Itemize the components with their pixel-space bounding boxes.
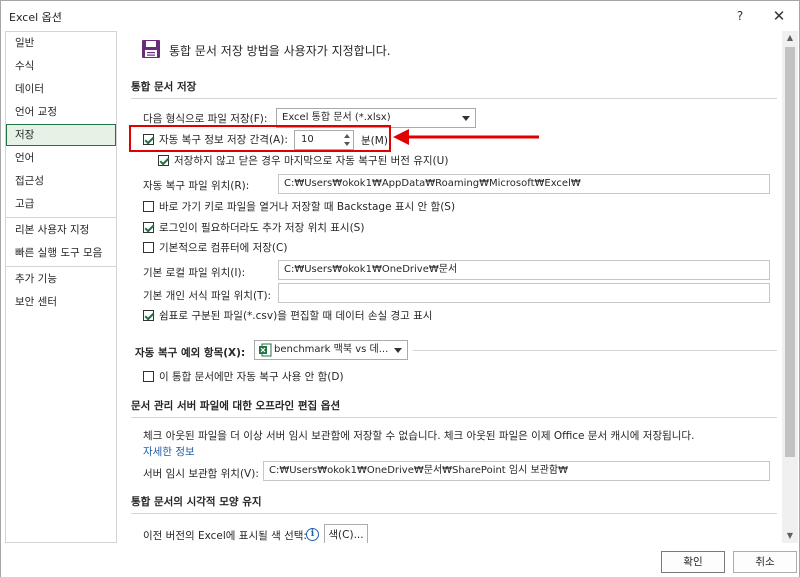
default-local-location-field[interactable]: C:₩Users₩okok1₩OneDrive₩문서 (278, 260, 770, 280)
sidebar-item-customize-ribbon[interactable]: 리본 사용자 지정 (6, 219, 116, 241)
autorecover-location-label: 자동 복구 파일 위치(R): (143, 180, 250, 192)
sidebar-item-trust-center[interactable]: 보안 센터 (6, 291, 116, 313)
personal-templates-field[interactable] (278, 283, 770, 303)
save-to-computer-label: 기본적으로 컴퓨터에 저장(C) (159, 242, 288, 254)
keep-last-version-checkbox[interactable] (158, 155, 169, 166)
disable-autorecover-checkbox[interactable] (143, 371, 154, 382)
sidebar-item-save[interactable]: 저장 (6, 124, 116, 146)
save-format-value: Excel 통합 문서 (*.xlsx) (282, 112, 391, 123)
sidebar-item-advanced[interactable]: 고급 (6, 193, 116, 215)
backstage-label: 바로 가기 키로 파일을 열거나 저장할 때 Backstage 표시 안 함(… (159, 201, 456, 213)
colors-button[interactable]: 색(C)... (324, 524, 368, 543)
exceptions-workbook-value: benchmark 맥북 vs 데... (274, 344, 389, 355)
csv-warning-label: 쉼표로 구분된 파일(*.csv)을 편집할 때 데이터 손실 경고 표시 (159, 310, 433, 322)
sidebar-item-language[interactable]: 언어 (6, 147, 116, 169)
save-settings-panel: 통합 문서 저장 방법을 사용자가 지정합니다. 통합 문서 저장 다음 형식으… (119, 31, 781, 543)
cancel-button[interactable]: 취소 (733, 551, 797, 573)
help-button[interactable]: ? (728, 5, 752, 27)
sidebar-item-data[interactable]: 데이터 (6, 78, 116, 100)
drafts-location-field[interactable]: C:₩Users₩okok1₩OneDrive₩문서₩SharePoint 임시… (263, 461, 770, 481)
ok-button[interactable]: 확인 (661, 551, 725, 573)
csv-warning-checkbox[interactable] (143, 310, 154, 321)
sidebar-item-formulas[interactable]: 수식 (6, 55, 116, 77)
page-title: 통합 문서 저장 방법을 사용자가 지정합니다. (169, 44, 391, 58)
sidebar-divider (6, 266, 116, 267)
section-title-save: 통합 문서 저장 (131, 81, 197, 93)
backstage-checkbox[interactable] (143, 201, 154, 212)
section-title-visual: 통합 문서의 시각적 모양 유지 (131, 496, 262, 508)
scroll-up-icon[interactable]: ▲ (782, 31, 798, 45)
personal-templates-label: 기본 개인 서식 파일 위치(T): (143, 290, 272, 302)
more-info-link[interactable]: 자세한 정보 (143, 444, 195, 459)
info-icon: i (306, 528, 319, 541)
sidebar-item-accessibility[interactable]: 접근성 (6, 170, 116, 192)
close-button[interactable]: ✕ (766, 5, 792, 27)
excel-options-dialog: Excel 옵션 ? ✕ 일반 수식 데이터 언어 교정 저장 언어 접근성 고… (0, 0, 800, 577)
highlight-box (129, 125, 391, 152)
sidebar-item-general[interactable]: 일반 (6, 32, 116, 54)
disable-autorecover-label: 이 통합 문서에만 자동 복구 사용 안 함(D) (159, 371, 344, 383)
sidebar-divider (6, 217, 116, 218)
default-local-location-label: 기본 로컬 파일 위치(I): (143, 267, 246, 279)
section-divider (413, 350, 777, 351)
save-format-label: 다음 형식으로 파일 저장(F): (143, 113, 268, 125)
signin-locations-checkbox[interactable] (143, 222, 154, 233)
excel-file-icon (259, 343, 272, 357)
colors-label: 이전 버전의 Excel에 표시될 색 선택: (143, 530, 307, 542)
sidebar-item-add-ins[interactable]: 추가 기능 (6, 268, 116, 290)
floppy-disk-icon (142, 40, 160, 58)
section-title-exceptions: 자동 복구 예외 항목(X): (135, 347, 246, 359)
sidebar: 일반 수식 데이터 언어 교정 저장 언어 접근성 고급 리본 사용자 지정 빠… (5, 31, 117, 543)
sidebar-item-quick-access-toolbar[interactable]: 빠른 실행 도구 모음 (6, 242, 116, 264)
window-title: Excel 옵션 (9, 11, 62, 24)
save-to-computer-checkbox[interactable] (143, 242, 154, 253)
signin-locations-label: 로그인이 필요하더라도 추가 저장 위치 표시(S) (159, 222, 365, 234)
dialog-footer: 확인 취소 (1, 543, 799, 577)
section-divider (131, 513, 777, 514)
scroll-thumb[interactable] (785, 47, 795, 457)
scroll-down-icon[interactable]: ▼ (782, 529, 798, 543)
sidebar-item-proofing[interactable]: 언어 교정 (6, 101, 116, 123)
autorecover-location-field[interactable]: C:₩Users₩okok1₩AppData₩Roaming₩Microsoft… (278, 174, 770, 194)
vertical-scrollbar[interactable]: ▲ ▼ (782, 31, 798, 543)
title-bar: Excel 옵션 ? ✕ (1, 1, 799, 31)
section-divider (131, 98, 777, 99)
chevron-down-icon (394, 348, 402, 353)
drafts-location-label: 서버 임시 보관함 위치(V): (143, 468, 259, 480)
keep-last-version-label: 저장하지 않고 닫은 경우 마지막으로 자동 복구된 버전 유지(U) (174, 155, 449, 167)
offline-description: 체크 아웃된 파일을 더 이상 서버 임시 보관함에 저장할 수 없습니다. 체… (143, 430, 695, 442)
section-title-offline: 문서 관리 서버 파일에 대한 오프라인 편집 옵션 (131, 400, 341, 412)
highlight-arrow-icon (393, 129, 539, 145)
exceptions-workbook-dropdown[interactable]: benchmark 맥북 vs 데... (254, 340, 408, 360)
section-divider (131, 417, 777, 418)
chevron-down-icon (462, 116, 470, 121)
